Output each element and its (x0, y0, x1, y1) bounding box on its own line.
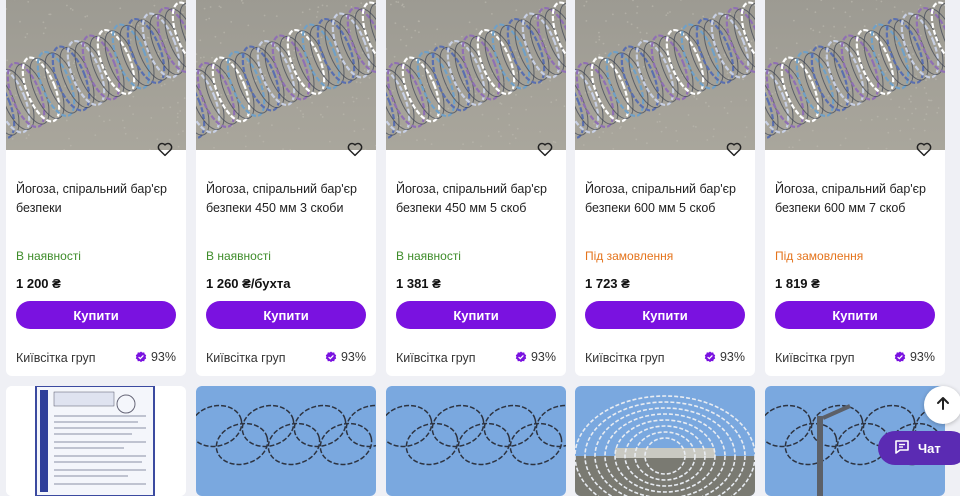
product-grid: Йогоза, спіральний бар'єр безпеки В наяв… (0, 0, 960, 487)
certificate-photo[interactable] (6, 386, 186, 496)
seller-name[interactable]: Київсітка груп (585, 351, 665, 365)
product-title[interactable]: Йогоза, спіральний бар'єр безпеки (16, 180, 176, 218)
rating-value: 93% (341, 350, 366, 364)
product-photo[interactable] (386, 0, 566, 150)
buy-button[interactable]: Купити (206, 301, 366, 329)
product-photo[interactable] (386, 386, 566, 496)
product-price: 1 723 ₴ (585, 276, 630, 291)
chat-button[interactable]: Чат (878, 431, 960, 465)
favorite-heart-icon[interactable] (344, 138, 366, 160)
product-card-certificate[interactable] (6, 386, 186, 496)
rating-badge-icon (325, 351, 337, 363)
buy-button[interactable]: Купити (16, 301, 176, 329)
product-card[interactable]: Йогоза, спіральний бар'єр безпеки 600 мм… (575, 0, 755, 376)
availability-status: Під замовлення (775, 249, 863, 263)
availability-status: Під замовлення (585, 249, 673, 263)
rating-value: 93% (151, 350, 176, 364)
arrow-up-icon (935, 395, 951, 416)
product-photo[interactable] (765, 0, 945, 150)
product-title[interactable]: Йогоза, спіральний бар'єр безпеки 600 мм… (585, 180, 745, 218)
product-photo[interactable] (575, 0, 755, 150)
product-photo[interactable] (196, 0, 376, 150)
scroll-to-top-button[interactable] (924, 386, 960, 424)
availability-status: В наявності (206, 249, 271, 263)
buy-button[interactable]: Купити (396, 301, 556, 329)
product-price: 1 381 ₴ (396, 276, 441, 291)
product-card[interactable]: Йогоза, спіральний бар'єр безпеки В наяв… (6, 0, 186, 376)
product-price: 1 819 ₴ (775, 276, 820, 291)
rating-value: 93% (720, 350, 745, 364)
favorite-heart-icon[interactable] (913, 138, 935, 160)
seller-rating: 93% (325, 350, 366, 364)
product-card[interactable] (575, 386, 755, 496)
seller-rating: 93% (704, 350, 745, 364)
chat-label: Чат (918, 441, 941, 456)
seller-rating: 93% (894, 350, 935, 364)
product-photo[interactable] (575, 386, 755, 496)
product-price: 1 200 ₴ (16, 276, 61, 291)
favorite-heart-icon[interactable] (154, 138, 176, 160)
rating-value: 93% (910, 350, 935, 364)
seller-name[interactable]: Київсітка груп (775, 351, 855, 365)
product-price: 1 260 ₴/бухта (206, 276, 291, 291)
buy-button[interactable]: Купити (775, 301, 935, 329)
favorite-heart-icon[interactable] (534, 138, 556, 160)
rating-badge-icon (135, 351, 147, 363)
favorite-heart-icon[interactable] (723, 138, 745, 160)
product-card[interactable] (386, 386, 566, 496)
buy-button[interactable]: Купити (585, 301, 745, 329)
seller-name[interactable]: Київсітка груп (206, 351, 286, 365)
rating-badge-icon (515, 351, 527, 363)
product-card[interactable]: Йогоза, спіральний бар'єр безпеки 450 мм… (386, 0, 566, 376)
rating-badge-icon (704, 351, 716, 363)
rating-value: 93% (531, 350, 556, 364)
product-title[interactable]: Йогоза, спіральний бар'єр безпеки 600 мм… (775, 180, 935, 218)
product-card[interactable] (196, 386, 376, 496)
rating-badge-icon (894, 351, 906, 363)
product-card[interactable]: Йогоза, спіральний бар'єр безпеки 600 мм… (765, 0, 945, 376)
seller-name[interactable]: Київсітка груп (16, 351, 96, 365)
chat-icon (894, 439, 910, 458)
product-photo[interactable] (196, 386, 376, 496)
product-photo[interactable] (6, 0, 186, 150)
product-title[interactable]: Йогоза, спіральний бар'єр безпеки 450 мм… (396, 180, 556, 218)
seller-rating: 93% (135, 350, 176, 364)
product-card[interactable]: Йогоза, спіральний бар'єр безпеки 450 мм… (196, 0, 376, 376)
seller-rating: 93% (515, 350, 556, 364)
seller-name[interactable]: Київсітка груп (396, 351, 476, 365)
availability-status: В наявності (16, 249, 81, 263)
product-title[interactable]: Йогоза, спіральний бар'єр безпеки 450 мм… (206, 180, 366, 218)
availability-status: В наявності (396, 249, 461, 263)
